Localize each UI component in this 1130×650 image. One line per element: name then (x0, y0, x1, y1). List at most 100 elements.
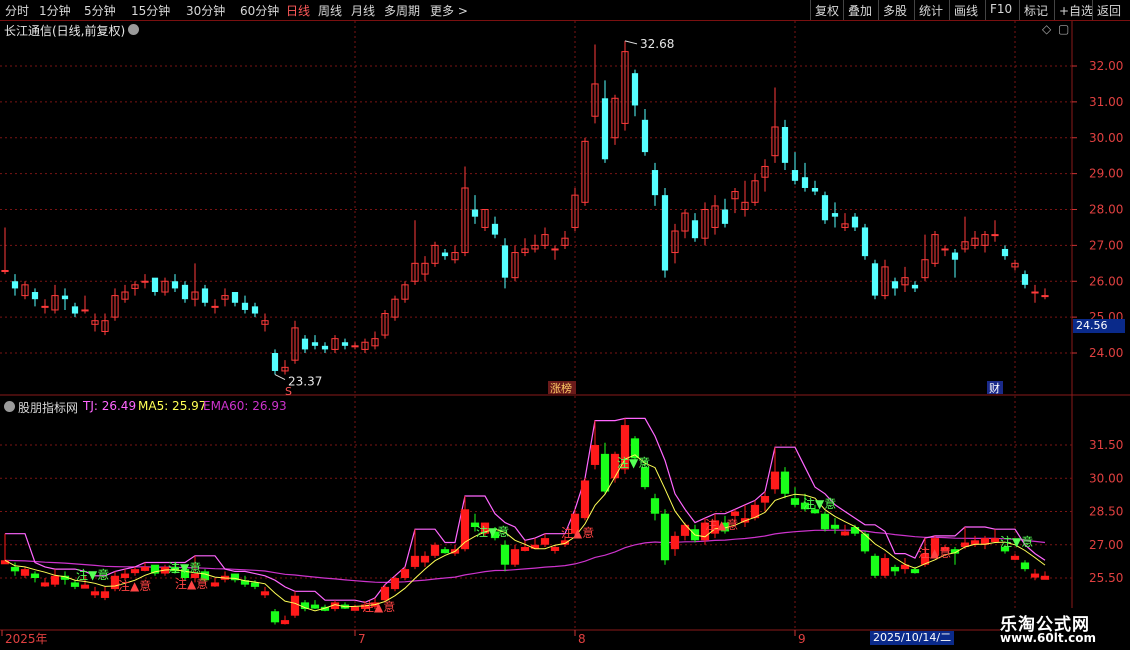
candle-body (181, 284, 189, 300)
stats-button[interactable]: 统计 (914, 0, 947, 20)
indicator-block (590, 445, 600, 465)
indicator-block (1030, 573, 1040, 578)
indicator-block (650, 498, 660, 514)
high-pointer (624, 40, 638, 45)
candle-body (141, 280, 149, 283)
candle-body (151, 277, 159, 293)
candle-body (661, 195, 669, 271)
indicator-block (460, 509, 470, 550)
indicator-block (600, 453, 610, 492)
overlay-button[interactable]: 叠加 (843, 0, 876, 20)
candle-body (641, 119, 649, 153)
mark-button[interactable]: 标记 (1019, 0, 1052, 20)
candle-body (301, 338, 309, 350)
indicator-block (290, 595, 300, 616)
candle-body (271, 353, 279, 371)
date-axis-label: 9 (798, 632, 806, 646)
period-tab-60min[interactable]: 60分钟 (240, 2, 279, 19)
candle-body (211, 305, 219, 308)
candle-body (11, 281, 19, 289)
draw-line-button[interactable]: 画线 (949, 0, 982, 20)
indicator-block (530, 544, 540, 549)
candle-body (1031, 291, 1039, 294)
signal-down-label: 注▼意 (76, 567, 109, 582)
signal-down-label: 注▼意 (476, 524, 509, 539)
more-menu[interactable]: 更多 > (430, 2, 468, 19)
indicator-block (1040, 575, 1050, 580)
signal-down-label: 注▼意 (803, 496, 836, 511)
candle-body (631, 73, 639, 106)
main-candlesticks: 32.68 23.37 涨榜 财 S (1, 37, 1049, 398)
indicator-block (1020, 562, 1030, 570)
indicator-axis-label: 30.00 (1089, 471, 1123, 485)
signal-up-label: 注▲意 (705, 517, 738, 532)
current-price-tag: 24.56 (1073, 319, 1125, 333)
candle-body (81, 309, 89, 312)
indicator-block (30, 573, 40, 578)
indicator-block (380, 586, 390, 601)
candle-body (351, 345, 359, 348)
candle-body (951, 252, 959, 260)
multi-stock-button[interactable]: 多股 (878, 0, 911, 20)
candle-body (491, 223, 499, 235)
period-tab-1min[interactable]: 1分钟 (39, 2, 71, 19)
period-tab-multi[interactable]: 多周期 (384, 2, 420, 19)
indicator-block (870, 555, 880, 576)
indicator-block (550, 546, 560, 551)
date-axis-label: 2025年 (5, 632, 48, 646)
period-tab-30min[interactable]: 30分钟 (186, 2, 225, 19)
signal-up-label: 注▲意 (362, 599, 395, 614)
indicator-block (260, 591, 270, 596)
indicator-block (430, 544, 440, 556)
candle-body (721, 209, 729, 224)
back-button[interactable]: 返回 (1092, 0, 1130, 20)
candle-body (821, 195, 829, 221)
chevron-down-icon[interactable] (4, 401, 15, 412)
indicator-block (500, 544, 510, 565)
period-tab-fenshi[interactable]: 分时 (5, 2, 29, 19)
indicator-block (790, 498, 800, 505)
high-price-label: 32.68 (640, 37, 674, 51)
price-axis-label: 28.00 (1089, 203, 1123, 217)
period-tab-15min[interactable]: 15分钟 (131, 2, 170, 19)
signal-up-label: 注▲意 (175, 576, 208, 591)
indicator-block (350, 606, 360, 611)
period-tab-daily[interactable]: 日线 (286, 2, 310, 19)
indicator-block (120, 573, 130, 578)
grid-lines (0, 21, 1130, 650)
stock-title: 长江通信(日线,前复权) (4, 24, 126, 38)
indicator-block (90, 591, 100, 596)
indicator-block (760, 495, 770, 503)
signal-down-label: 注▼意 (617, 455, 650, 470)
indicator-block (660, 513, 670, 561)
indicator-block (510, 549, 520, 565)
event-s: S (285, 385, 292, 398)
period-tab-monthly[interactable]: 月线 (351, 2, 375, 19)
candle-body (801, 177, 809, 188)
chart-canvas[interactable]: 32.6823.37 涨榜 财S 注▼意 注▼意注▼意注▼意注▼意注▼意注▲意 注▲意注… (0, 21, 1130, 650)
diamond-icon[interactable]: ◇ (1042, 22, 1051, 36)
candle-body (811, 187, 819, 192)
event-caibao: 财 (989, 381, 1000, 395)
price-axis-label: 27.00 (1089, 238, 1123, 252)
candle-body (851, 216, 859, 228)
period-tab-weekly[interactable]: 周线 (318, 2, 342, 19)
indicator-block (10, 566, 20, 572)
price-axis-label: 26.00 (1089, 274, 1123, 288)
indicator-axis-label: 27.00 (1089, 538, 1123, 552)
signal-up-label: 注▲意 (918, 545, 951, 560)
square-icon[interactable]: ▢ (1058, 22, 1069, 36)
f10-button[interactable]: F10 (985, 0, 1016, 20)
indicator-axis-label: 28.50 (1089, 505, 1123, 519)
indicator-block (50, 575, 60, 585)
indicator-plot: 注▼意 注▼意注▼意注▼意注▼意注▼意注▲意 注▲意注▲意注▲意注▲意注▲意 (0, 417, 1050, 625)
fuquan-button[interactable]: 复权 (810, 0, 843, 20)
add-watchlist-button[interactable]: +自选 (1054, 0, 1097, 20)
indicator-block (820, 513, 830, 530)
period-tab-5min[interactable]: 5分钟 (84, 2, 116, 19)
candle-body (251, 306, 259, 314)
candle-body (911, 284, 919, 289)
indicator-block (130, 569, 140, 574)
chevron-down-icon[interactable] (128, 24, 139, 35)
indicator-block (310, 604, 320, 609)
